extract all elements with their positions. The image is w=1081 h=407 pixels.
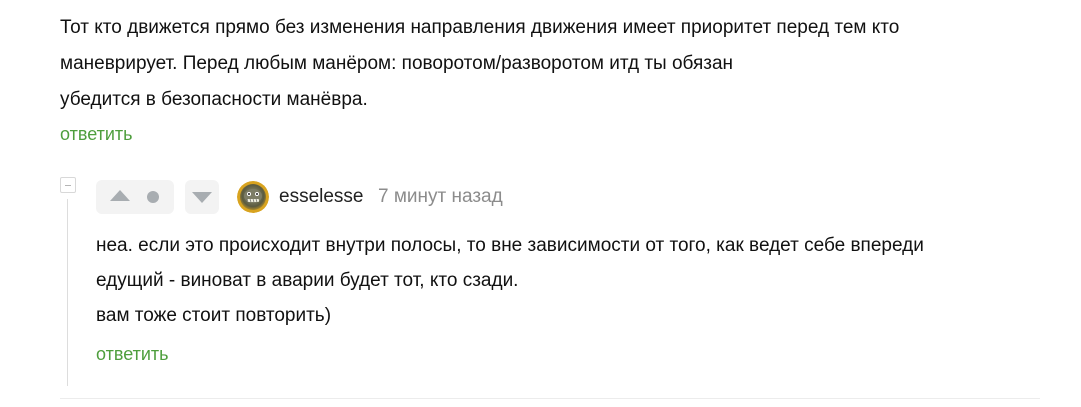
comments-section: Тот кто движется прямо без изменения нап… <box>0 0 1081 407</box>
vote-widget <box>96 180 174 214</box>
thread-branch-line[interactable] <box>67 199 68 386</box>
comment-author[interactable]: esselesse <box>279 186 364 208</box>
parent-reply-link[interactable]: ответить <box>60 124 133 145</box>
reply-comment-line: вам тоже стоит повторить) <box>96 305 332 326</box>
downvote-button[interactable] <box>185 180 219 214</box>
avatar-image <box>237 181 269 213</box>
parent-comment-body: Тот кто движется прямо без изменения нап… <box>60 10 1050 118</box>
reply-comment-line: едущий - виноват в аварии будет тот, кто… <box>96 270 519 291</box>
divider <box>60 398 1040 399</box>
parent-comment-line: Тот кто движется прямо без изменения нап… <box>60 17 900 38</box>
reply-comment-line: неа. если это происходит внутри полосы, … <box>96 235 924 256</box>
comment-timestamp[interactable]: 7 минут назад <box>378 186 503 208</box>
parent-comment-line: маневрирует. Перед любым манёром: поворо… <box>60 53 734 74</box>
reply-comment-body: неа. если это происходит внутри полосы, … <box>96 228 1056 333</box>
arrow-down-icon <box>192 192 212 203</box>
reply-comment-reply-link[interactable]: ответить <box>96 344 169 365</box>
avatar[interactable] <box>237 181 269 213</box>
arrow-up-icon[interactable] <box>110 190 130 201</box>
rating-dot-icon <box>147 191 159 203</box>
parent-comment-line: убедится в безопасности манёвра. <box>60 89 368 110</box>
collapse-minus-icon[interactable] <box>60 177 76 193</box>
